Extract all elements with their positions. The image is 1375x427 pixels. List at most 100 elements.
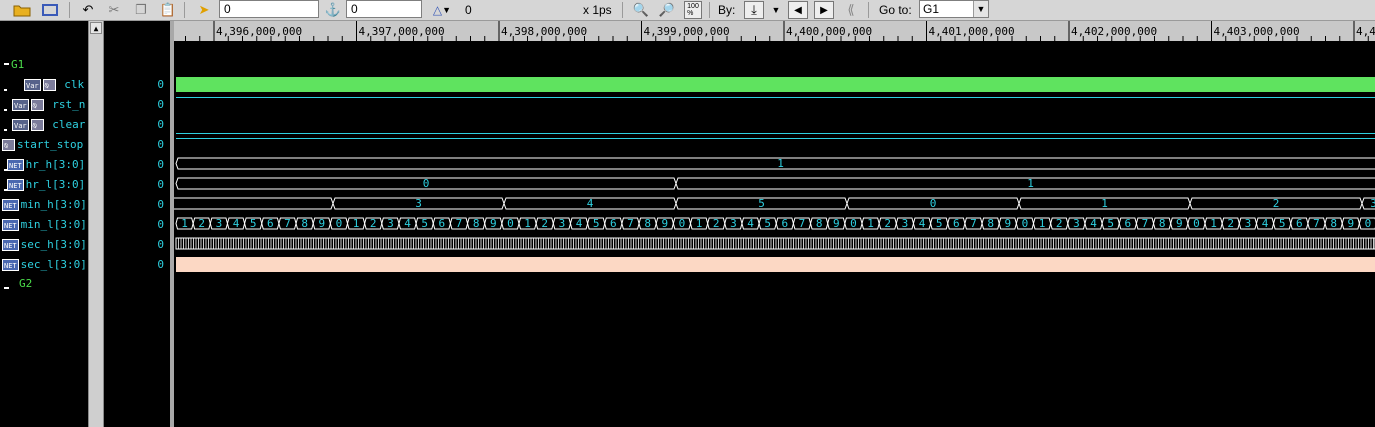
min-l-value-label: 9 [833,217,840,230]
waveform-icon: ⍉ [30,119,44,131]
signal-sec-l[interactable]: NET sec_l[3:0] [2,258,87,272]
goto-select[interactable]: G1 ▼ [919,0,989,18]
min-l-value-label: 5 [764,217,771,230]
name-panel-scrollbar[interactable]: ▲ [88,21,104,427]
min-l-value-label: 3 [1073,217,1080,230]
min-l-value-label: 3 [216,217,223,230]
net-icon: NET [2,219,19,231]
min-h-wave-value-label: 5 [758,197,765,210]
min-l-value-label: 0 [336,217,343,230]
min-l-value-label: 8 [1330,217,1337,230]
min-l-value-label: 0 [850,217,857,230]
waveform-icon: ⍉ [30,99,44,111]
scroll-up-icon[interactable]: ▲ [90,22,102,34]
min-l-value-label: 9 [318,217,325,230]
signal-clear[interactable]: Var ⍉ clear [12,118,85,132]
var-icon: Var [12,119,29,131]
min-l-value-label: 0 [679,217,686,230]
open-folder-icon[interactable] [12,1,32,19]
chevron-down-icon[interactable]: ▼ [973,1,988,17]
row-bracket [4,109,7,111]
min-l-value-label: 9 [1004,217,1011,230]
min-l-value-label: 5 [1107,217,1114,230]
search-next-icon[interactable]: ▶ [814,1,834,19]
signal-start-stop[interactable]: ⍉ start_stop [2,138,83,152]
search-by-icon[interactable]: ⤓ [744,1,764,19]
delta-icon[interactable]: △ ▼ [426,1,458,19]
signal-hr-l[interactable]: NET hr_l[3:0] [7,178,85,192]
value-sec-l: 0 [157,258,164,271]
hr-h-wave-segment [175,157,1375,170]
search-by-dropdown-icon[interactable]: ▼ [769,1,783,19]
min-l-value-label: 7 [627,217,634,230]
ruler-label: 4,396,000,000 [216,25,303,38]
group-g1[interactable]: G1 [11,58,24,72]
waveform-panel[interactable]: 4,396,000,000 4,397,000,000 4,398,000,000 4… [174,21,1375,427]
min-l-value-label: 8 [473,217,480,230]
min-l-value-label: 1 [1210,217,1217,230]
cut-icon[interactable]: ✂ [104,1,124,19]
value-rst-n: 0 [157,98,164,111]
var-icon: Var [24,79,41,91]
min-l-value-label: 9 [661,217,668,230]
row-bracket [4,287,9,289]
paste-icon[interactable]: 📋 [158,1,178,19]
cursor-time-field[interactable]: 0 [219,0,319,18]
zoom-out-icon[interactable]: 🔍 [631,1,651,19]
min-l-value-label: 4 [576,217,583,230]
min-l-value-label: 7 [1313,217,1320,230]
search-prev-icon[interactable]: ◀ [788,1,808,19]
signal-name-label: clk [64,78,85,91]
min-l-value-label: 7 [799,217,806,230]
time-unit: x 1ps [583,3,612,17]
copy-icon[interactable]: ❐ [131,1,151,19]
min-l-value-label: 2 [198,217,205,230]
waveform-icon: ⍉ [42,79,56,91]
min-l-value-label: 2 [1056,217,1063,230]
signal-min-h[interactable]: NET min_h[3:0] [2,198,87,212]
group-g2[interactable]: G2 [19,277,32,291]
reload-icon[interactable] [40,1,60,19]
waveform-canvas[interactable]: 10 13 4 5 0 1 2 31 2 3 4 5 6 7 8 9 0 1 2 3 4 5 6 7 8 9 0 1 2 3 4 5 6 7 8 9 0… [174,41,1375,427]
time-ruler[interactable]: 4,396,000,000 4,397,000,000 4,398,000,000 4… [174,21,1375,41]
signal-min-l[interactable]: NET min_l[3:0] [2,218,87,232]
min-l-value-label: 6 [267,217,274,230]
zoom-100-icon[interactable]: 100 % [684,1,702,19]
min-l-value-label: 7 [970,217,977,230]
min-h-wave-value-label: 4 [587,197,594,210]
value-start-stop: 0 [157,138,164,151]
min-l-value-label: 5 [936,217,943,230]
min-l-value-label: 0 [1022,217,1029,230]
min-h-wave-value-label: 2 [1273,197,1280,210]
signal-name-label: sec_l[3:0] [20,258,87,271]
signal-clk[interactable]: Var ⍉ clk [24,78,84,92]
zoom-in-icon[interactable]: 🔎 [657,1,677,19]
signal-name-label: start_stop [17,138,84,151]
by-label: By: [718,3,736,17]
signal-name-label: rst_n [52,98,86,111]
signal-rst-n[interactable]: Var ⍉ rst_n [12,98,85,112]
min-l-value-label: 4 [404,217,411,230]
ruler-label: 4,4 [1356,25,1375,38]
ruler-label: 4,400,000,000 [786,25,873,38]
signal-name-label: min_l[3:0] [20,218,87,231]
row-bracket [4,89,7,91]
min-l-value-label: 5 [1279,217,1286,230]
goto-label: Go to: [879,3,912,17]
net-icon: NET [2,259,19,271]
min-l-value-label: 8 [301,217,308,230]
marker-time-field[interactable]: 0 [346,0,422,18]
min-l-value-label: 9 [1176,217,1183,230]
back-icon[interactable]: ⟪ [841,1,861,19]
undo-icon[interactable]: ↶ [78,1,98,19]
signal-sec-h[interactable]: NET sec_h[3:0] [2,238,87,252]
hr-l-wave-value-label: 1 [1027,177,1034,190]
net-icon: NET [7,179,24,191]
marker-icon[interactable]: ⚓ [323,1,343,19]
min-l-value-label: 0 [507,217,514,230]
pointer-icon[interactable]: ➤ [194,1,214,19]
min-l-value-label: 1 [181,217,188,230]
min-l-value-label: 1 [1039,217,1046,230]
net-icon: NET [7,159,24,171]
signal-hr-h[interactable]: NET hr_h[3:0] [7,158,85,172]
